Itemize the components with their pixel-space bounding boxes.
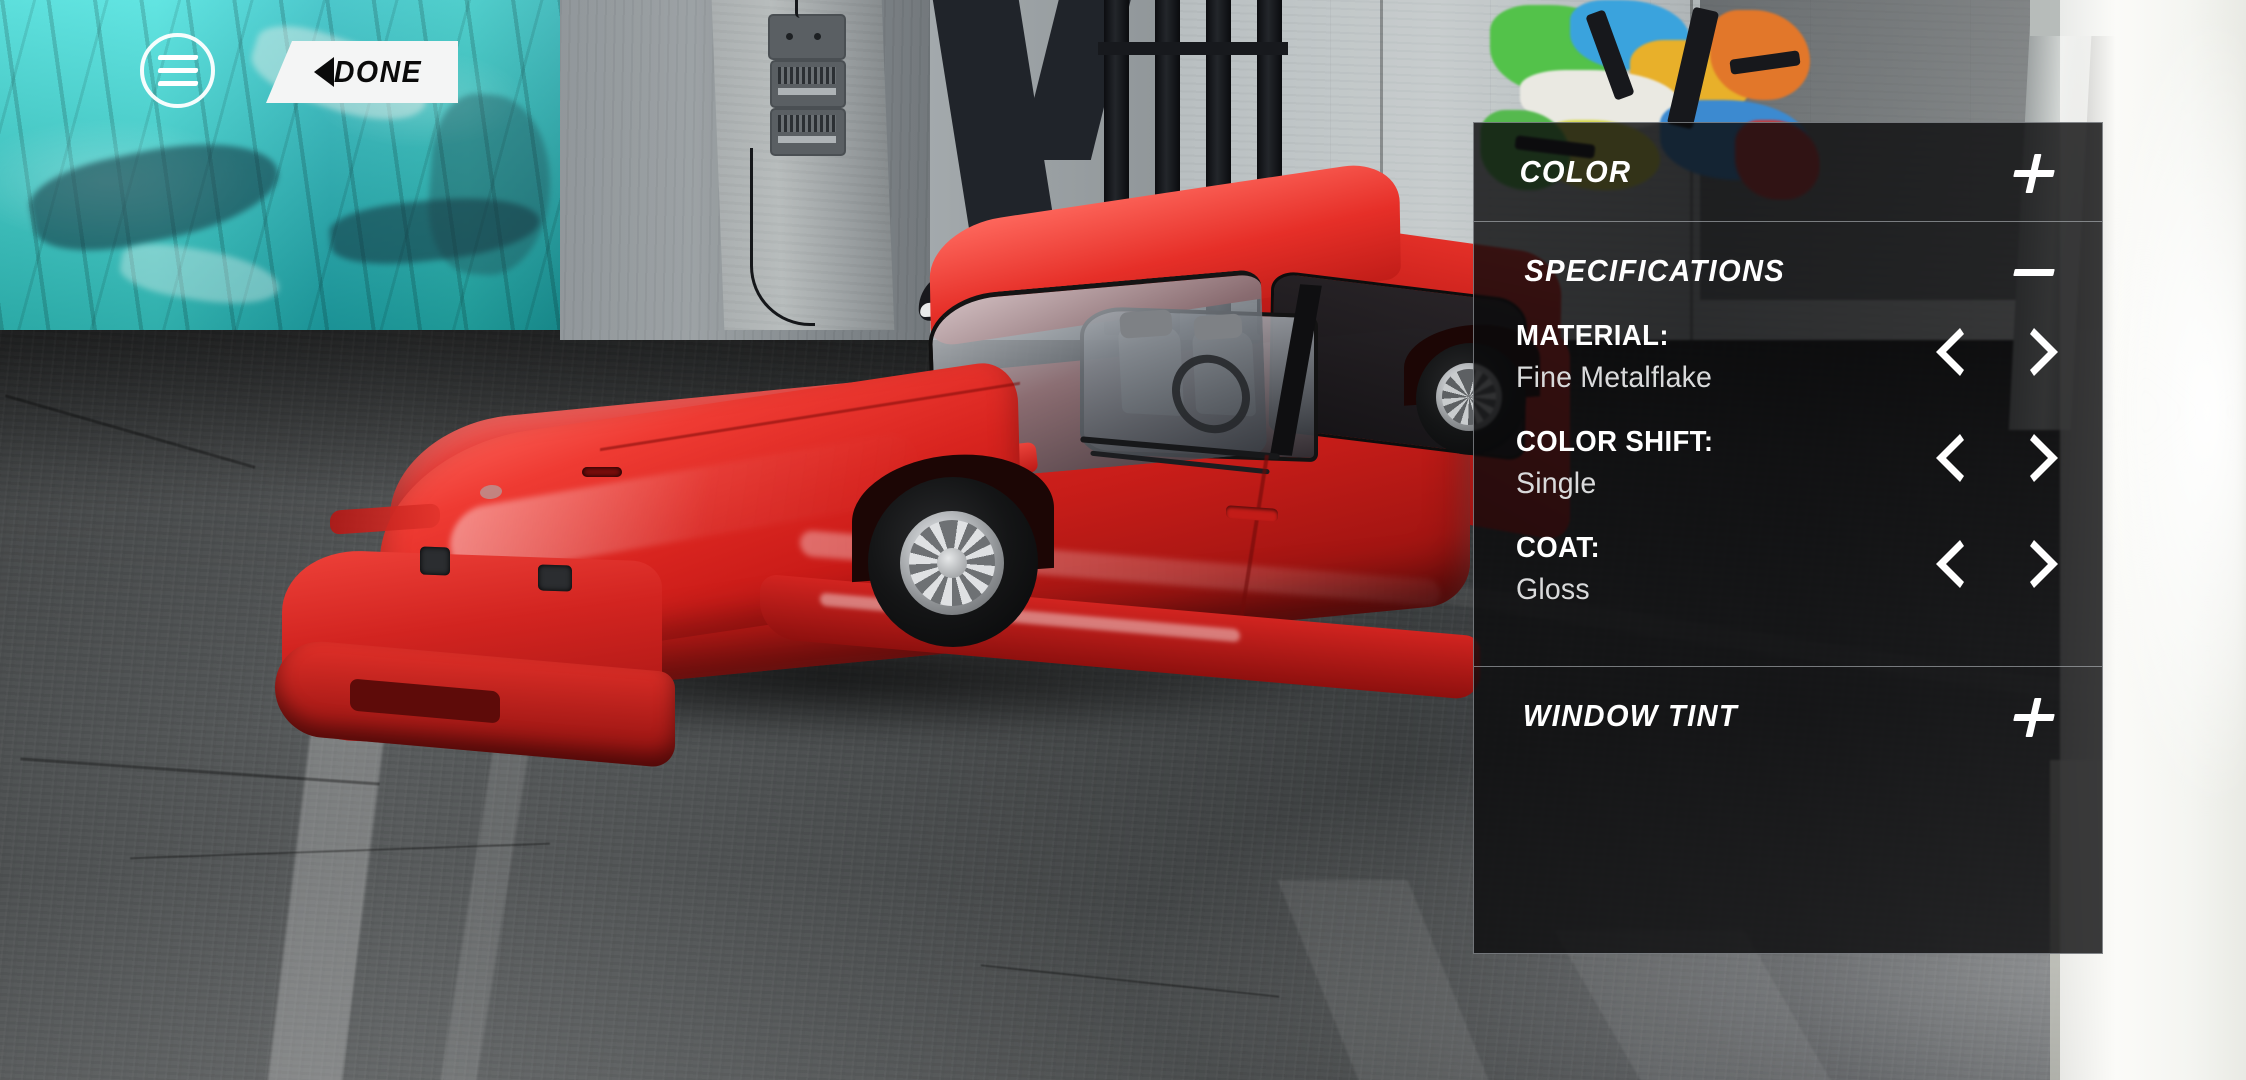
chevron-right-icon[interactable]	[2026, 324, 2062, 380]
panel-section-specifications: SPECIFICATIONS MATERIAL: Fine Metalflake	[1474, 221, 2102, 666]
hamburger-menu-icon[interactable]	[140, 33, 215, 108]
spec-label: MATERIAL:	[1516, 320, 1669, 352]
electrical-box	[768, 14, 846, 60]
chevron-left-icon[interactable]	[1932, 324, 1968, 380]
box-bolt	[814, 33, 821, 40]
box-vents	[778, 67, 836, 84]
spec-stepper-color-shift	[1932, 430, 2062, 486]
spec-stepper-material	[1932, 324, 2062, 380]
box-vents	[778, 115, 836, 132]
panel-section-color: COLOR	[1474, 123, 2102, 221]
section-body-specifications: MATERIAL: Fine Metalflake COLOR SHIFT: S…	[1474, 320, 2102, 666]
game-screen: DONE COLOR SPECIFICATIONS MATERIAL: Fine…	[0, 0, 2246, 1080]
pipe-bracket	[1098, 42, 1288, 55]
spec-row-color-shift: COLOR SHIFT: Single	[1474, 426, 2102, 518]
spec-stepper-coat	[1932, 536, 2062, 592]
electrical-cable	[795, 0, 800, 18]
minus-bar	[2013, 269, 2055, 276]
plus-icon[interactable]	[2012, 694, 2056, 738]
car-model[interactable]	[275, 158, 1570, 769]
minus-icon[interactable]	[2012, 249, 2056, 293]
section-title: WINDOW TINT	[1522, 698, 1739, 733]
chevron-right-icon[interactable]	[2026, 430, 2062, 486]
spec-value: Single	[1516, 467, 1597, 500]
spec-row-material: MATERIAL: Fine Metalflake	[1474, 320, 2102, 412]
menu-line	[156, 68, 199, 73]
car-headrest	[1119, 309, 1173, 339]
section-header-color[interactable]: COLOR	[1474, 123, 2102, 221]
row-spacer	[1474, 412, 2102, 426]
front-wheel-rim	[900, 511, 1004, 615]
done-button[interactable]: DONE	[266, 41, 458, 103]
spec-label: COLOR SHIFT:	[1516, 426, 1714, 458]
front-trim	[582, 467, 622, 477]
spec-value: Fine Metalflake	[1516, 361, 1713, 394]
panel-section-window-tint: WINDOW TINT	[1474, 666, 2102, 765]
box-label	[778, 136, 836, 143]
box-bolt	[786, 33, 793, 40]
plus-icon[interactable]	[2012, 150, 2056, 194]
chevron-left-icon[interactable]	[1932, 430, 1968, 486]
spec-label: COAT:	[1516, 532, 1601, 564]
done-button-label: DONE	[333, 54, 423, 89]
section-title: SPECIFICATIONS	[1524, 253, 1786, 288]
customization-panel: COLOR SPECIFICATIONS MATERIAL: Fine Meta…	[1473, 122, 2103, 954]
chevron-right-icon[interactable]	[2026, 536, 2062, 592]
front-vent	[420, 546, 450, 576]
menu-line	[156, 55, 199, 60]
menu-line	[156, 81, 199, 86]
box-label	[778, 88, 836, 95]
wheel-hub-cap	[937, 548, 967, 578]
section-header-specifications[interactable]: SPECIFICATIONS	[1474, 222, 2102, 320]
row-spacer	[1474, 518, 2102, 532]
spec-value: Gloss	[1516, 573, 1590, 606]
spec-row-coat: COAT: Gloss	[1474, 532, 2102, 624]
section-title: COLOR	[1519, 154, 1632, 189]
electrical-box	[770, 60, 846, 108]
section-header-window-tint[interactable]: WINDOW TINT	[1474, 667, 2102, 765]
car-headrest	[1193, 313, 1243, 341]
chevron-left-icon[interactable]	[1932, 536, 1968, 592]
front-vent	[538, 564, 572, 592]
